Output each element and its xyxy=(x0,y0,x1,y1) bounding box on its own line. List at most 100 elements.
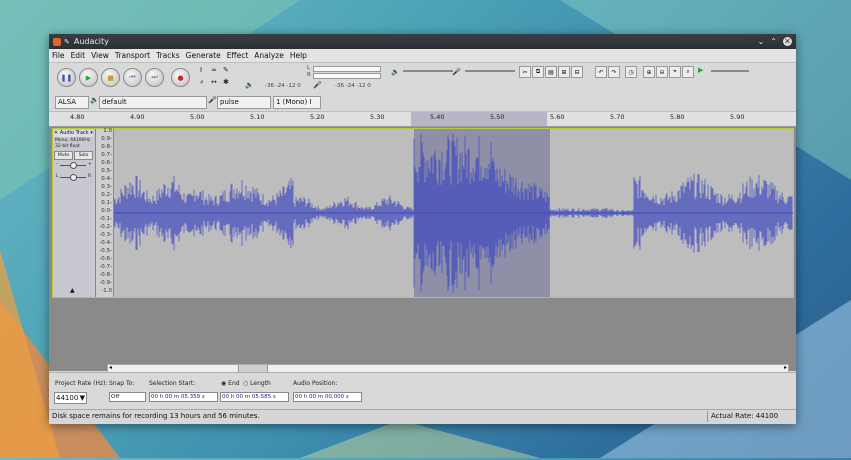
selection-tool-icon[interactable]: I xyxy=(200,66,202,74)
input-mic-icon: 🎤 xyxy=(208,96,217,104)
meter-l-label: L xyxy=(307,65,311,71)
status-bar: Disk space remains for recording 13 hour… xyxy=(49,409,796,424)
zoom-out-icon[interactable]: ⊖ xyxy=(656,66,668,78)
skip-start-button[interactable]: ⏮ xyxy=(123,68,142,87)
menu-effect[interactable]: Effect xyxy=(224,51,252,60)
track-close-icon[interactable]: ✕ xyxy=(54,130,58,136)
minimize-icon[interactable]: ⌄ xyxy=(758,37,765,46)
maximize-icon[interactable]: ⌃ xyxy=(770,37,777,46)
menu-view[interactable]: View xyxy=(88,51,112,60)
scale-label: 0.6- xyxy=(101,160,112,166)
zoom-tool-icon[interactable]: ⌕ xyxy=(200,78,204,87)
audio-position-field[interactable]: 00 h 00 m 00.000 s xyxy=(293,392,362,402)
gain-slider-thumb[interactable] xyxy=(70,162,77,169)
output-speaker-icon: 🔈 xyxy=(90,96,99,104)
record-button[interactable]: ● xyxy=(171,68,190,87)
scale-label: -0.1- xyxy=(99,216,112,222)
pin-icon[interactable]: ✎ xyxy=(64,38,70,46)
menu-transport[interactable]: Transport xyxy=(112,51,153,60)
snap-to-label: Snap To: xyxy=(109,380,135,387)
close-icon[interactable]: ✕ xyxy=(783,37,792,46)
window-controls: ⌄ ⌃ ✕ xyxy=(758,37,796,46)
host-select[interactable]: ALSA xyxy=(55,96,89,109)
menu-tracks[interactable]: Tracks xyxy=(153,51,183,60)
track-menu-arrow-icon[interactable]: ▾ xyxy=(90,130,93,136)
ruler-tick: 5.10 xyxy=(250,113,265,121)
multi-tool-icon[interactable]: ✱ xyxy=(223,78,229,86)
scale-label: -0.5- xyxy=(99,248,112,254)
zoom-in-icon[interactable]: ⊕ xyxy=(643,66,655,78)
paste-icon[interactable]: ▤ xyxy=(545,66,557,78)
input-channels-select[interactable]: 1 (Mono) I xyxy=(273,96,321,109)
output-device-select[interactable]: default xyxy=(99,96,207,109)
scroll-left-icon[interactable]: ◂ xyxy=(109,364,112,371)
scale-label: 0.3- xyxy=(101,184,112,190)
play-button[interactable]: ▶ xyxy=(79,68,98,87)
solo-button[interactable]: Solo xyxy=(74,151,93,160)
play-volume-slider[interactable] xyxy=(403,70,453,72)
scale-label: -0.7- xyxy=(99,264,112,270)
rec-volume-slider[interactable] xyxy=(465,70,515,72)
selection-start-field[interactable]: 00 h 00 m 05.359 s xyxy=(149,392,218,402)
project-rate-select[interactable]: 44100 ▼ xyxy=(54,392,87,404)
ruler-tick: 5.50 xyxy=(490,113,505,121)
selection-toolbar: Project Rate (Hz): 44100 ▼ Snap To: Off … xyxy=(49,372,796,409)
pause-button[interactable]: ❚❚ xyxy=(57,68,76,87)
timeshift-tool-icon[interactable]: ↔ xyxy=(211,78,217,86)
ruler-tick: 4.90 xyxy=(130,113,145,121)
project-rate-value: 44100 xyxy=(56,394,79,402)
scale-label: 0.8- xyxy=(101,144,112,150)
audacity-app-icon xyxy=(53,37,61,46)
menu-analyze[interactable]: Analyze xyxy=(251,51,287,60)
draw-tool-icon[interactable]: ✎ xyxy=(223,66,229,74)
envelope-tool-icon[interactable]: ≈ xyxy=(211,66,217,74)
selection-end-field[interactable]: 00 h 00 m 05.585 s xyxy=(220,392,289,402)
scrollbar-thumb[interactable] xyxy=(238,365,268,372)
gain-minus-label: - xyxy=(56,162,58,167)
fit-selection-icon[interactable]: ⌖ xyxy=(669,66,681,78)
speaker-icon: 🔈 xyxy=(245,81,254,89)
play-at-speed-icon[interactable]: ▶ xyxy=(698,66,703,74)
stop-button[interactable]: ■ xyxy=(101,68,120,87)
play-speed-slider[interactable] xyxy=(711,70,749,72)
scale-label: 0.7- xyxy=(101,152,112,158)
scale-label: 0.5- xyxy=(101,168,112,174)
collapse-track-icon[interactable]: ▲ xyxy=(70,287,75,294)
mute-button[interactable]: Mute xyxy=(54,151,73,160)
trim-icon[interactable]: ⊞ xyxy=(558,66,570,78)
fit-project-icon[interactable]: ⌕ xyxy=(682,66,694,78)
meter-scale-a: -36 -24 -12 0 xyxy=(265,83,301,89)
playback-meter-bar xyxy=(313,66,381,72)
scale-label: -0.8- xyxy=(99,272,112,278)
sync-lock-icon[interactable]: ◷ xyxy=(625,66,637,78)
track-name-menu[interactable]: ✕ Audio Track ▾ xyxy=(54,130,93,137)
copy-icon[interactable]: ⧉ xyxy=(532,66,544,78)
menu-generate[interactable]: Generate xyxy=(183,51,224,60)
undo-icon[interactable]: ↶ xyxy=(595,66,607,78)
play-icon: ▶ xyxy=(85,73,92,82)
timeline-ruler[interactable]: 4.80 4.90 5.00 5.10 5.20 5.30 5.40 5.50 … xyxy=(49,112,796,127)
scale-label: 0.0- xyxy=(101,208,112,214)
pan-left-label: L xyxy=(56,174,59,179)
redo-icon[interactable]: ↷ xyxy=(608,66,620,78)
title-bar: ✎ Audacity ⌄ ⌃ ✕ xyxy=(49,34,796,49)
scroll-right-icon[interactable]: ▸ xyxy=(784,364,787,371)
ruler-tick: 5.30 xyxy=(370,113,385,121)
end-radio[interactable]: ◉ End xyxy=(221,380,240,387)
menu-help[interactable]: Help xyxy=(287,51,310,60)
pan-slider-thumb[interactable] xyxy=(70,174,77,181)
meter-r-label: R xyxy=(307,72,311,78)
device-toolbar: ALSA 🔈 default 🎤 pulse 1 (Mono) I xyxy=(49,93,796,112)
length-radio[interactable]: ○ Length xyxy=(243,380,271,387)
window-title: Audacity xyxy=(73,37,109,46)
waveform-display[interactable] xyxy=(114,129,793,297)
input-device-select[interactable]: pulse xyxy=(217,96,271,109)
project-rate-dropdown-icon[interactable]: ▼ xyxy=(80,393,85,403)
menu-file[interactable]: File xyxy=(49,51,68,60)
cut-icon[interactable]: ✂ xyxy=(519,66,531,78)
menu-edit[interactable]: Edit xyxy=(68,51,89,60)
silence-icon[interactable]: ⊟ xyxy=(571,66,583,78)
audio-position-label: Audio Position: xyxy=(293,380,338,387)
snap-to-select[interactable]: Off xyxy=(109,392,146,402)
skip-end-button[interactable]: ⏭ xyxy=(145,68,164,87)
